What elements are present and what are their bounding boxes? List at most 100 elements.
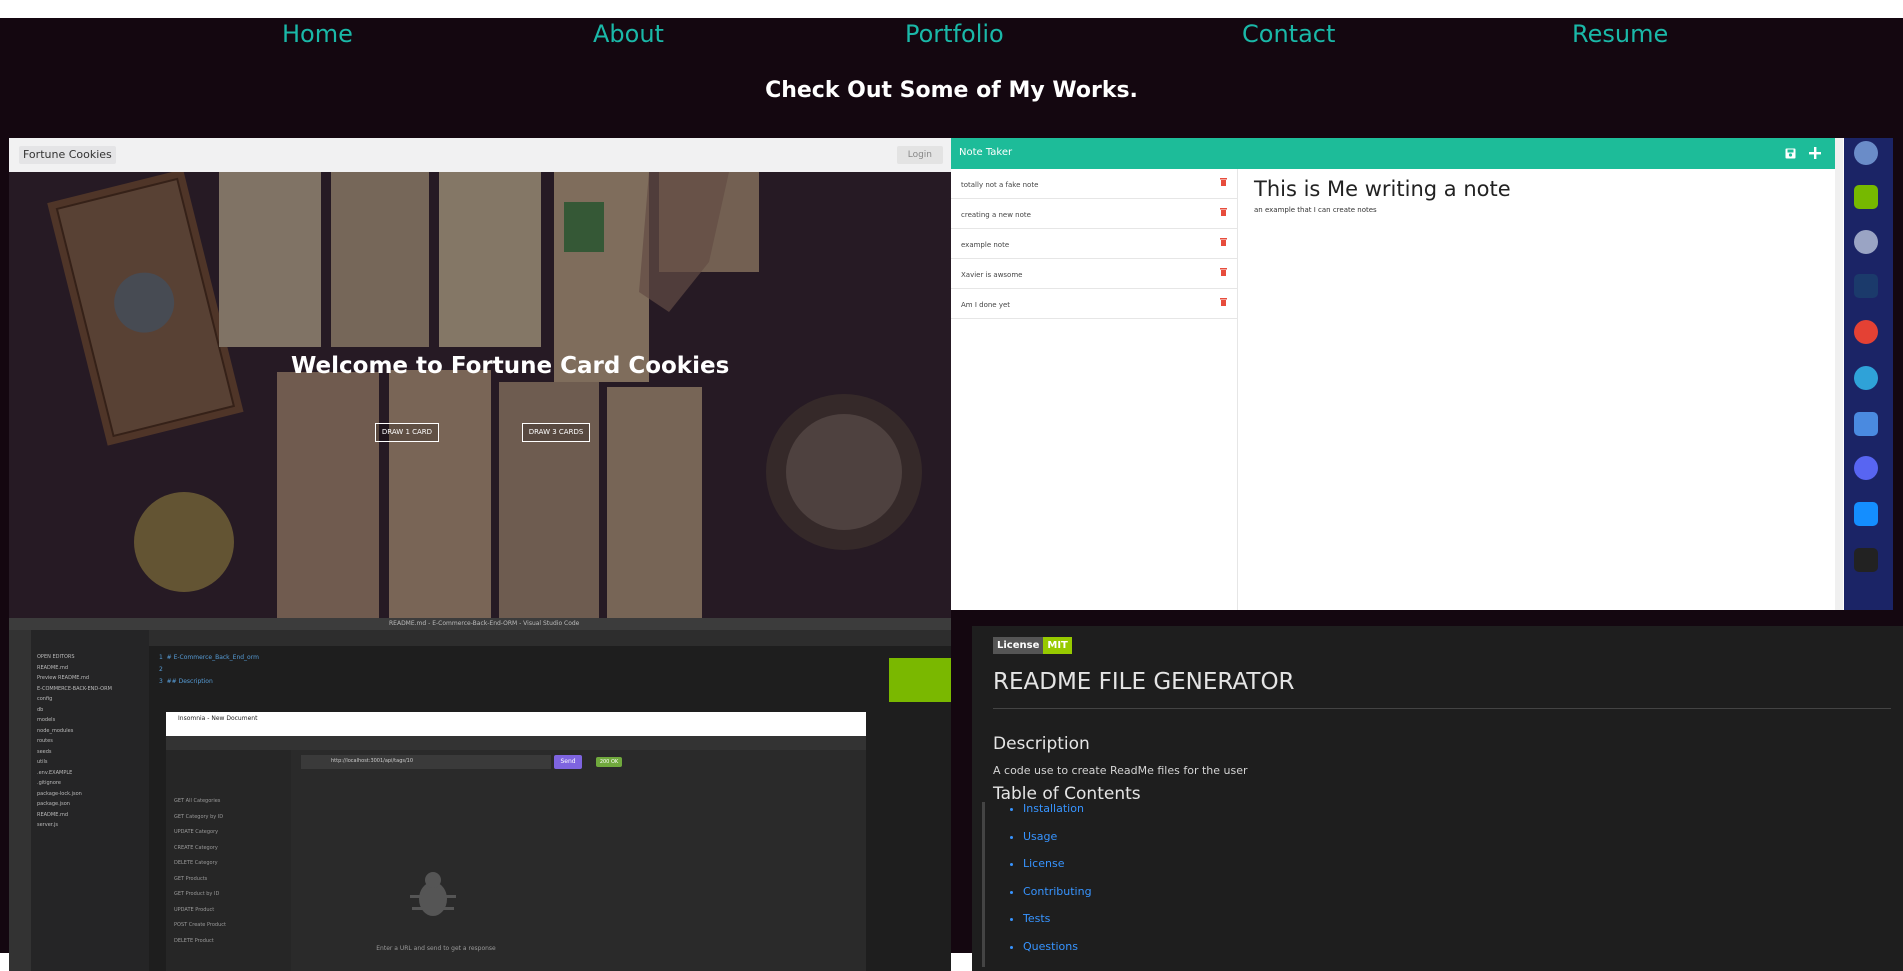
project-note-taker[interactable]: Note Taker totally not a fake note creat… [951,138,1893,610]
note-item-label: Xavier is awsome [961,271,1023,279]
explorer-item[interactable]: package-lock.json [37,789,112,800]
note-text[interactable]: an example that I can create notes [1254,206,1377,214]
editor-minimap-highlight [889,658,951,702]
edge-icon [1854,366,1878,390]
tarot-cards-background [9,172,951,618]
route-item[interactable]: GET Products [174,872,226,888]
explorer-item[interactable]: node_modules [37,726,112,737]
nav-home[interactable]: Home [282,20,353,48]
trash-icon[interactable] [1220,268,1227,276]
nvidia-icon [1854,185,1878,209]
bug-icon [410,872,456,916]
url-bar[interactable]: http://localhost:3001/api/tags/10 [301,755,551,769]
route-item[interactable]: GET Category by ID [174,810,226,826]
explorer-item[interactable]: Preview README.md [37,673,112,684]
explorer-item[interactable]: .env.EXAMPLE [37,768,112,779]
trash-icon[interactable] [1220,238,1227,246]
toc-link[interactable]: Usage [1023,830,1092,858]
toc-link[interactable]: Tests [1023,912,1092,940]
toc-link[interactable]: Installation [1023,802,1092,830]
project-fortune-cookies[interactable]: Fortune Cookies Login Welcome to Fortune… [9,138,951,618]
routes-list: GET All Categories GET Category by ID UPDA… [174,794,226,949]
note-scrollbar[interactable] [1835,138,1843,610]
trash-icon[interactable] [1220,178,1227,186]
app-icon [1854,230,1878,254]
fortune-login-button[interactable]: Login [896,146,943,164]
fortune-navbar: Fortune Cookies Login [9,138,951,172]
route-item[interactable]: UPDATE Product [174,903,226,919]
nav-portfolio[interactable]: Portfolio [905,20,1004,48]
toc-link[interactable]: Questions [1023,940,1092,968]
note-list-item[interactable]: totally not a fake note [951,169,1237,199]
explorer-item[interactable]: README.md [37,663,112,674]
explorer-item[interactable]: server.js [37,820,112,831]
explorer-item[interactable]: E-COMMERCE-BACK-END-ORM [37,684,112,695]
fortune-brand[interactable]: Fortune Cookies [19,146,116,164]
license-badge-value: MIT [1043,637,1072,654]
explorer-item[interactable]: .gitignore [37,778,112,789]
explorer-panel: OPEN EDITORS README.md Preview README.md E-… [31,630,149,971]
battle-net-icon [1854,502,1878,526]
note-item-label: example note [961,241,1010,249]
note-list: totally not a fake note creating a new n… [951,169,1238,610]
explorer-item[interactable]: db [37,705,112,716]
description-heading: Description [993,734,1090,754]
note-item-label: Am I done yet [961,301,1011,309]
note-item-label: creating a new note [961,211,1031,219]
route-item[interactable]: UPDATE Category [174,825,226,841]
explorer-item[interactable]: OPEN EDITORS [37,652,112,663]
nav-resume[interactable]: Resume [1572,20,1668,48]
explorer-item[interactable]: README.md [37,810,112,821]
note-list-item[interactable]: Am I done yet [951,289,1237,319]
activity-bar [9,630,31,971]
draw-one-card-button[interactable]: DRAW 1 CARD [375,423,439,442]
trash-icon[interactable] [1220,298,1227,306]
toc-link[interactable]: Contributing [1023,885,1092,913]
editor-code: 1 # E-Commerce_Back_End_orm 2 3 ## Descr… [159,654,259,685]
route-item[interactable]: DELETE Product [174,934,226,950]
license-badge: License MIT [993,637,1072,654]
app-icon [1854,548,1878,572]
empty-response-hint: Enter a URL and send to get a response [376,945,496,952]
note-list-item[interactable]: creating a new note [951,199,1237,229]
explorer-item[interactable]: config [37,694,112,705]
route-item[interactable]: CREATE Category [174,841,226,857]
explorer-item[interactable]: routes [37,736,112,747]
explorer-item[interactable]: models [37,715,112,726]
editor-tabs [149,630,951,646]
app-icon [1854,412,1878,436]
explorer-item[interactable]: package.json [37,799,112,810]
route-item[interactable]: DELETE Category [174,856,226,872]
readme-title: README FILE GENERATOR [993,669,1295,695]
note-taker-header: Note Taker [951,138,1841,169]
trash-icon[interactable] [1220,208,1227,216]
save-icon[interactable] [1785,148,1796,159]
toc-heading: Table of Contents [993,784,1141,804]
insomnia-title: Insomnia - New Document [178,715,258,722]
description-text: A code use to create ReadMe files for th… [993,764,1248,777]
section-heading: Check Out Some of My Works. [765,78,1138,103]
note-title[interactable]: This is Me writing a note [1254,177,1511,201]
send-button[interactable]: Send [554,755,582,769]
insomnia-window[interactable]: Insomnia - New Document GET All Categori… [166,712,866,971]
status-badge: 200 OK [596,757,622,767]
main-nav: Home About Portfolio Contact Resume [0,18,1903,58]
steam-icon [1854,274,1878,298]
route-item[interactable]: GET Product by ID [174,887,226,903]
nav-contact[interactable]: Contact [1242,20,1335,48]
project-ecommerce-backend[interactable]: README.md - E-Commerce-Back-End-ORM - Vi… [9,618,951,971]
note-list-item[interactable]: example note [951,229,1237,259]
project-readme-generator[interactable]: License MIT README FILE GENERATOR Descrip… [972,626,1903,971]
explorer-item[interactable]: utils [37,757,112,768]
plus-icon[interactable] [1809,147,1821,159]
note-list-item[interactable]: Xavier is awsome [951,259,1237,289]
draw-three-cards-button[interactable]: DRAW 3 CARDS [522,423,590,442]
route-item[interactable]: POST Create Product [174,918,226,934]
route-item[interactable]: GET All Categories [174,794,226,810]
insomnia-sidebar: GET All Categories GET Category by ID UPDA… [166,750,291,971]
nav-about[interactable]: About [593,20,664,48]
insomnia-toolbar [166,736,866,750]
note-taker-title: Note Taker [959,147,1013,158]
toc-link[interactable]: License [1023,857,1092,885]
explorer-item[interactable]: seeds [37,747,112,758]
